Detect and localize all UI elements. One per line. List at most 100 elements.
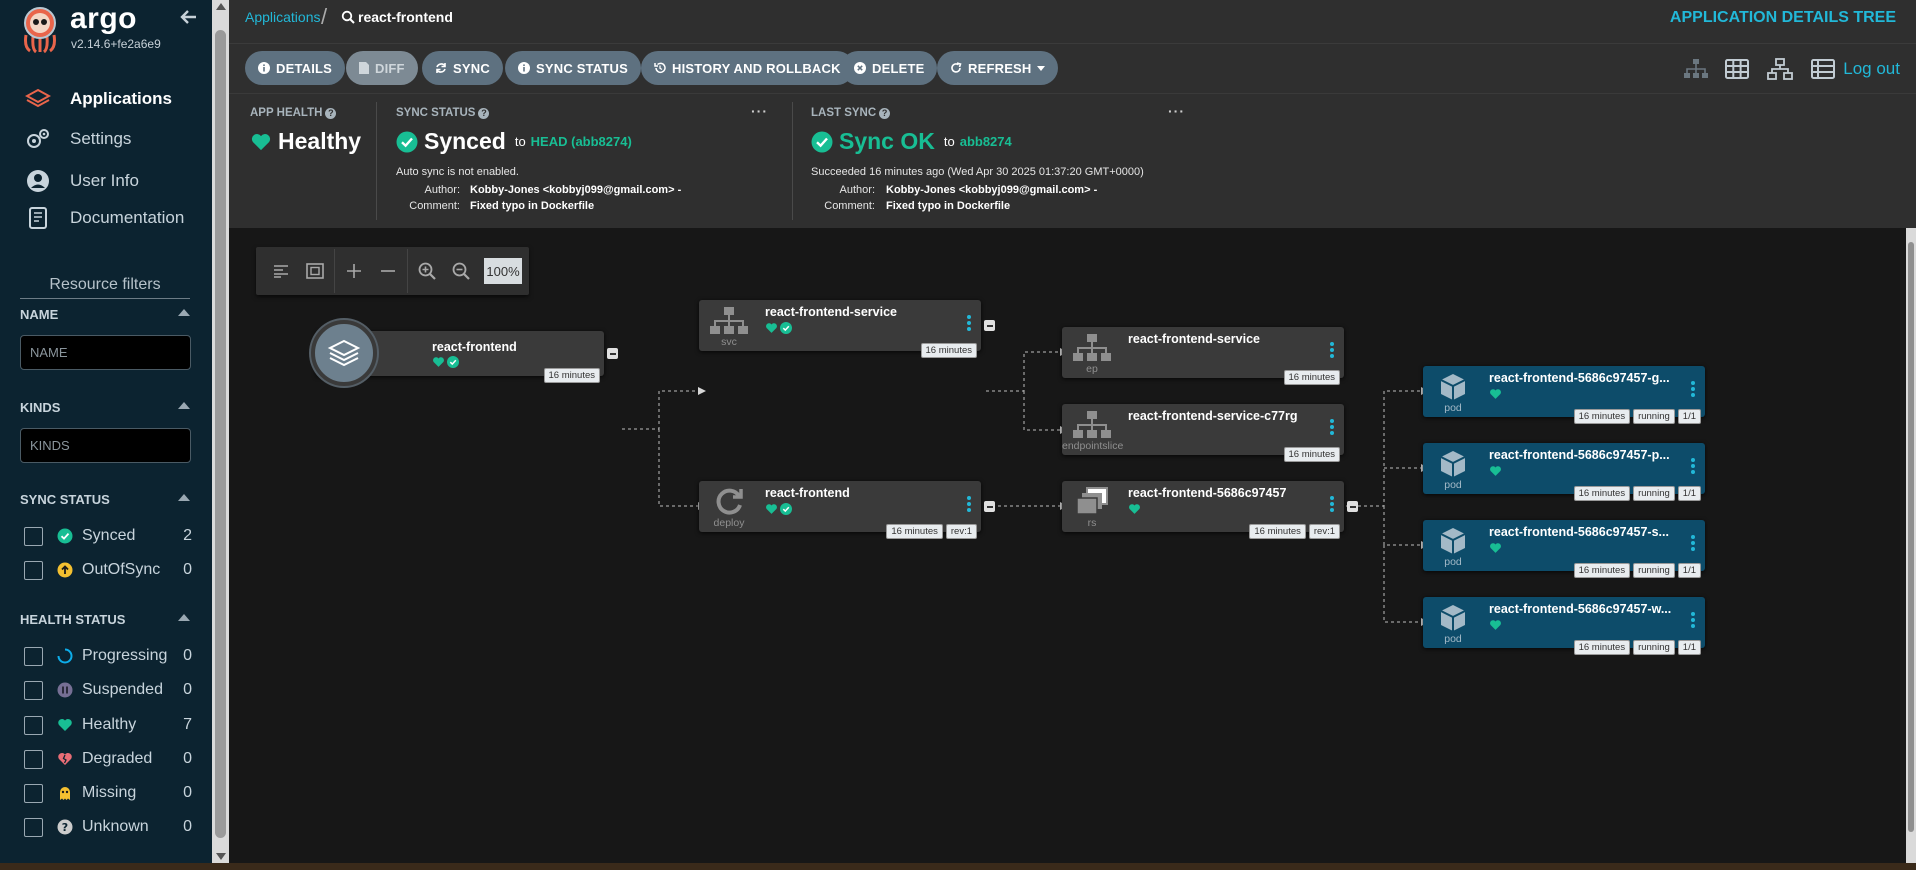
current-app-name: react-frontend — [358, 9, 453, 25]
collapse-toggle[interactable] — [984, 501, 995, 512]
checkbox[interactable] — [24, 715, 43, 735]
checkbox[interactable] — [24, 749, 43, 769]
age-tag: 16 minutes — [1283, 370, 1340, 385]
scroll-up-arrow-icon[interactable] — [216, 3, 226, 10]
caret-up-icon[interactable] — [178, 309, 190, 316]
refresh-button[interactable]: REFRESH — [937, 51, 1058, 85]
filter-healthy[interactable]: Healthy 7 — [24, 714, 192, 736]
sidebar-scrollbar[interactable] — [212, 0, 229, 863]
pod-node[interactable]: pod react-frontend-5686c97457-s... 16 mi… — [1423, 520, 1705, 578]
node-menu-icon[interactable] — [1329, 495, 1335, 515]
collapse-all-minus-icon[interactable] — [371, 254, 405, 288]
kinds-filter-input[interactable] — [20, 428, 191, 463]
pod-node[interactable]: pod react-frontend-5686c97457-p... 16 mi… — [1423, 443, 1705, 501]
replicaset-node[interactable]: rs react-frontend-5686c97457 16 minutes r… — [1062, 481, 1358, 539]
zoom-level[interactable]: 100% — [484, 258, 522, 284]
pod-node[interactable]: pod react-frontend-5686c97457-g... 16 mi… — [1423, 366, 1705, 424]
scroll-down-arrow-icon[interactable] — [216, 853, 226, 860]
endpointslice-node[interactable]: endpointslice react-frontend-service-c77… — [1062, 404, 1344, 462]
fit-to-screen-icon[interactable] — [298, 254, 332, 288]
checkbox[interactable] — [24, 783, 43, 803]
filter-synced[interactable]: Synced 2 — [24, 525, 192, 547]
collapse-toggle[interactable] — [1347, 501, 1358, 512]
checkbox[interactable] — [24, 817, 43, 837]
zoom-out-icon[interactable] — [444, 254, 478, 288]
filter-label: Progressing — [82, 647, 168, 664]
divider — [407, 249, 408, 293]
scrollbar-thumb[interactable] — [1908, 242, 1914, 832]
comment-value: Fixed typo in Dockerfile — [886, 200, 1011, 212]
sync-status-more-menu[interactable]: ··· — [751, 103, 768, 119]
filter-missing[interactable]: Missing 0 — [24, 782, 192, 804]
scrollbar-thumb[interactable] — [215, 30, 226, 838]
name-filter-input[interactable] — [20, 335, 191, 370]
nav-applications[interactable]: Applications — [24, 85, 172, 113]
nav-documentation[interactable]: Documentation — [24, 204, 184, 232]
filter-degraded[interactable]: Degraded 0 — [24, 748, 192, 770]
comment-value: Fixed typo in Dockerfile — [470, 200, 595, 212]
caret-up-icon[interactable] — [178, 402, 190, 409]
node-menu-icon[interactable] — [1690, 380, 1696, 400]
history-rollback-button[interactable]: HISTORY AND ROLLBACK — [641, 51, 854, 85]
checkbox[interactable] — [24, 680, 43, 700]
service-node[interactable]: svc react-frontend-service 16 minutes — [699, 300, 995, 358]
last-sync-revision-link[interactable]: abb8274 — [960, 134, 1012, 149]
author-label: Author: — [424, 184, 460, 196]
canvas-scrollbar[interactable] — [1906, 228, 1916, 863]
age-tag: 16 minutes — [886, 524, 943, 539]
grid-view-icon[interactable] — [1723, 55, 1751, 83]
node-menu-icon[interactable] — [966, 495, 972, 515]
list-view-icon[interactable] — [1809, 55, 1837, 83]
sync-status-button[interactable]: SYNC STATUS — [505, 51, 642, 85]
author-label: Author: — [839, 184, 875, 196]
help-icon[interactable]: ? — [325, 107, 337, 119]
help-icon[interactable]: ? — [879, 107, 891, 119]
zoom-in-icon[interactable] — [410, 254, 444, 288]
auto-sync-note: Auto sync is not enabled. — [396, 166, 519, 178]
diff-button[interactable]: DIFF — [346, 51, 418, 85]
last-sync-more-menu[interactable]: ··· — [1168, 103, 1185, 119]
nav-label: Applications — [70, 89, 173, 108]
breadcrumb-current[interactable]: react-frontend — [341, 9, 453, 25]
filter-outofsync[interactable]: OutOfSync 0 — [24, 559, 192, 581]
expand-all-plus-icon[interactable] — [337, 254, 371, 288]
name-filter-label: NAME — [20, 307, 59, 322]
align-left-icon[interactable] — [264, 254, 298, 288]
filter-unknown[interactable]: ? Unknown 0 — [24, 816, 192, 838]
node-menu-icon[interactable] — [1690, 457, 1696, 477]
sync-button[interactable]: SYNC — [422, 51, 503, 85]
checkbox[interactable] — [24, 646, 43, 666]
node-menu-icon[interactable] — [1690, 611, 1696, 631]
node-menu-icon[interactable] — [1690, 534, 1696, 554]
node-menu-icon[interactable] — [1329, 418, 1335, 438]
nav-user-info[interactable]: User Info — [24, 167, 139, 195]
caret-up-icon[interactable] — [178, 614, 190, 621]
filter-label: Suspended — [82, 681, 163, 698]
breadcrumb-applications[interactable]: Applications — [245, 9, 321, 25]
pod-node[interactable]: pod react-frontend-5686c97457-w... 16 mi… — [1423, 597, 1705, 655]
collapse-toggle[interactable] — [984, 320, 995, 331]
sync-revision-link[interactable]: HEAD (abb8274) — [531, 134, 632, 149]
delete-button[interactable]: DELETE — [841, 51, 938, 85]
help-icon[interactable]: ? — [478, 107, 490, 119]
network-view-icon[interactable] — [1766, 55, 1794, 83]
filter-progressing[interactable]: Progressing 0 — [24, 645, 192, 667]
collapse-sidebar-arrow-icon[interactable] — [180, 8, 202, 26]
filter-suspended[interactable]: Suspended 0 — [24, 679, 192, 701]
caret-up-icon[interactable] — [178, 494, 190, 501]
heart-icon — [1490, 389, 1501, 399]
age-tag: 16 minutes — [1573, 563, 1631, 578]
tree-view-icon[interactable] — [1682, 55, 1710, 83]
node-menu-icon[interactable] — [966, 314, 972, 334]
checkbox[interactable] — [24, 560, 43, 580]
node-menu-icon[interactable] — [1329, 341, 1335, 361]
deployment-node[interactable]: deploy react-frontend 16 minutes rev:1 — [699, 481, 995, 539]
details-button[interactable]: DETAILS — [245, 51, 346, 85]
broken-heart-icon — [57, 751, 73, 767]
logout-link[interactable]: Log out — [1843, 59, 1900, 79]
endpoints-node[interactable]: ep react-frontend-service 16 minutes — [1062, 327, 1344, 385]
collapse-toggle[interactable] — [607, 348, 618, 359]
resource-tree-canvas[interactable]: 100% react-frontend 16 minutes svc react… — [229, 228, 1906, 863]
checkbox[interactable] — [24, 526, 43, 546]
nav-settings[interactable]: Settings — [24, 125, 131, 153]
